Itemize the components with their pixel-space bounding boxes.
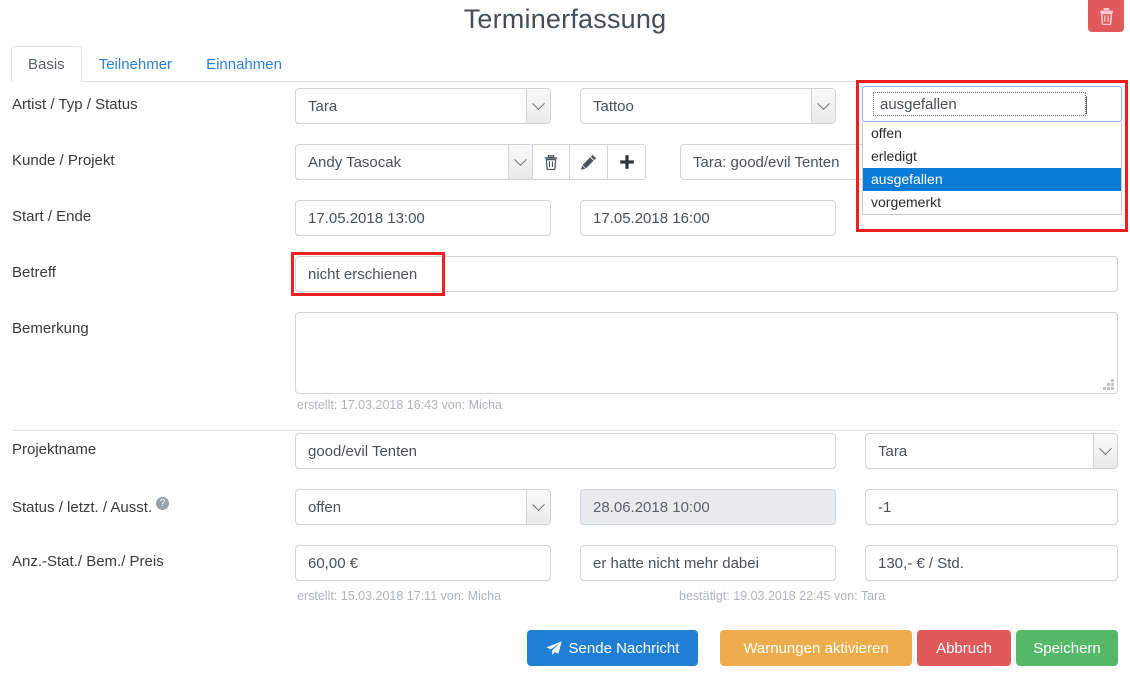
ausstehend-field[interactable]: -1 bbox=[865, 489, 1118, 525]
label-artist-typ-status: Artist / Typ / Status bbox=[12, 96, 138, 113]
delete-appointment-button[interactable] bbox=[1088, 0, 1124, 32]
projektname-field[interactable]: good/evil Tenten bbox=[295, 433, 836, 469]
chevron-down-icon bbox=[526, 490, 550, 524]
row-anz-bem-preis: Anz.-Stat./ Bem./ Preis 60,00 € er hatte… bbox=[0, 539, 1130, 603]
label-start-ende: Start / Ende bbox=[12, 208, 92, 225]
trash-icon bbox=[1099, 7, 1113, 25]
status-option-erledigt[interactable]: erledigt bbox=[863, 145, 1121, 168]
send-message-label: Sende Nachricht bbox=[568, 639, 680, 657]
letzte-sitzung-value: 28.06.2018 10:00 bbox=[593, 498, 710, 516]
anzahlung-meta-left: erstellt: 15.03.2018 17:11 von: Micha bbox=[297, 589, 502, 603]
label-status-letzt-ausst: Status / letzt. / Ausst.? bbox=[12, 497, 170, 516]
row-betreff: Betreff nicht erschienen bbox=[0, 250, 1130, 306]
save-button[interactable]: Speichern bbox=[1016, 630, 1118, 666]
status-option-ausgefallen[interactable]: ausgefallen bbox=[863, 168, 1121, 191]
preis-field[interactable]: 130,- € / Std. bbox=[865, 545, 1118, 581]
chevron-down-icon bbox=[526, 89, 550, 123]
status-dropdown-options: offen erledigt ausgefallen vorgemerkt bbox=[862, 122, 1122, 215]
projekt-artist-value: Tara bbox=[878, 442, 908, 460]
artist-select[interactable]: Tara bbox=[295, 88, 551, 124]
projekt-field-value: Tara: good/evil Tenten bbox=[693, 153, 840, 171]
cancel-label: Abbruch bbox=[936, 639, 992, 657]
artist-select-value: Tara bbox=[308, 97, 338, 115]
edit-kunde-button[interactable] bbox=[570, 144, 608, 180]
projektname-field-value: good/evil Tenten bbox=[308, 442, 417, 460]
ende-datetime-field[interactable]: 17.05.2018 16:00 bbox=[580, 200, 836, 236]
row-status-letzt-ausst: Status / letzt. / Ausst.? offen 28.06.20… bbox=[0, 483, 1130, 539]
ende-datetime-value: 17.05.2018 16:00 bbox=[593, 209, 710, 227]
chevron-down-icon bbox=[811, 89, 835, 123]
kunde-select-value: Andy Tasocak bbox=[308, 153, 402, 171]
bemerkung-textarea[interactable] bbox=[295, 312, 1118, 394]
status-dropdown-selected-value: ausgefallen bbox=[873, 92, 1086, 116]
chevron-down-icon bbox=[1093, 434, 1117, 468]
enable-warnings-label: Warnungen aktivieren bbox=[743, 639, 889, 657]
label-status-letzt-ausst-text: Status / letzt. / Ausst. bbox=[12, 499, 153, 516]
status-dropdown-control[interactable]: ausgefallen bbox=[862, 86, 1122, 122]
tab-einnahmen[interactable]: Einnahmen bbox=[189, 46, 299, 82]
anzahlung-bemerkung-field[interactable]: er hatte nicht mehr dabei bbox=[580, 545, 836, 581]
betreff-field-value: nicht erschienen bbox=[308, 265, 418, 283]
anzahlung-field[interactable]: 60,00 € bbox=[295, 545, 551, 581]
typ-select-value: Tattoo bbox=[593, 97, 634, 115]
anzahlung-meta-right: bestätigt: 19.03.2018 22:45 von: Tara bbox=[679, 589, 886, 603]
preis-value: 130,- € / Std. bbox=[878, 554, 964, 572]
chevron-down-icon bbox=[508, 145, 532, 179]
add-kunde-button[interactable] bbox=[608, 144, 646, 180]
tab-teilnehmer[interactable]: Teilnehmer bbox=[82, 46, 189, 82]
terminerfassung-page: Terminerfassung Basis Teilnehmer Einnahm… bbox=[0, 0, 1130, 675]
row-projektname: Projektname good/evil Tenten Tara bbox=[0, 427, 1130, 483]
kunde-select[interactable]: Andy Tasocak bbox=[295, 144, 533, 180]
anzahlung-value: 60,00 € bbox=[308, 554, 359, 572]
status-dropdown[interactable]: ausgefallen offen erledigt ausgefallen v… bbox=[862, 86, 1122, 215]
tab-basis[interactable]: Basis bbox=[11, 46, 82, 82]
plus-icon bbox=[619, 155, 634, 169]
tab-bar: Basis Teilnehmer Einnahmen bbox=[11, 46, 1119, 82]
label-kunde-projekt: Kunde / Projekt bbox=[12, 152, 115, 169]
ausstehend-value: -1 bbox=[878, 498, 892, 516]
label-projektname: Projektname bbox=[12, 441, 97, 458]
start-datetime-value: 17.05.2018 13:00 bbox=[308, 209, 425, 227]
anzahlung-bemerkung-value: er hatte nicht mehr dabei bbox=[593, 554, 759, 572]
pencil-icon bbox=[580, 154, 596, 170]
save-label: Speichern bbox=[1033, 639, 1101, 657]
betreff-field[interactable]: nicht erschienen bbox=[295, 256, 1118, 292]
cancel-button[interactable]: Abbruch bbox=[917, 630, 1011, 666]
projekt-status-value: offen bbox=[308, 498, 342, 516]
typ-select[interactable]: Tattoo bbox=[580, 88, 836, 124]
delete-kunde-button[interactable] bbox=[532, 144, 570, 180]
letzte-sitzung-field: 28.06.2018 10:00 bbox=[580, 489, 836, 525]
row-bemerkung: Bemerkung erstellt: 17.03.2018 16:43 von… bbox=[0, 306, 1130, 412]
send-message-button[interactable]: Sende Nachricht bbox=[527, 630, 698, 666]
status-option-vorgemerkt[interactable]: vorgemerkt bbox=[863, 191, 1121, 214]
start-datetime-field[interactable]: 17.05.2018 13:00 bbox=[295, 200, 551, 236]
label-betreff: Betreff bbox=[12, 264, 56, 281]
resize-handle-icon[interactable] bbox=[1103, 379, 1114, 390]
page-title: Terminerfassung bbox=[463, 4, 667, 34]
projekt-artist-select[interactable]: Tara bbox=[865, 433, 1118, 469]
status-option-offen[interactable]: offen bbox=[863, 122, 1121, 145]
bemerkung-meta: erstellt: 17.03.2018 16:43 von: Micha bbox=[297, 398, 502, 412]
paper-plane-icon bbox=[545, 640, 562, 655]
chevron-down-icon[interactable] bbox=[1086, 95, 1087, 114]
trash-icon bbox=[544, 154, 558, 170]
label-bemerkung: Bemerkung bbox=[12, 320, 89, 337]
label-anz-bem-preis: Anz.-Stat./ Bem./ Preis bbox=[12, 553, 164, 570]
enable-warnings-button[interactable]: Warnungen aktivieren bbox=[720, 630, 912, 666]
projekt-status-select[interactable]: offen bbox=[295, 489, 551, 525]
form-actions: Sende Nachricht Warnungen aktivieren Abb… bbox=[0, 630, 1130, 670]
question-circle-icon[interactable]: ? bbox=[156, 497, 170, 510]
